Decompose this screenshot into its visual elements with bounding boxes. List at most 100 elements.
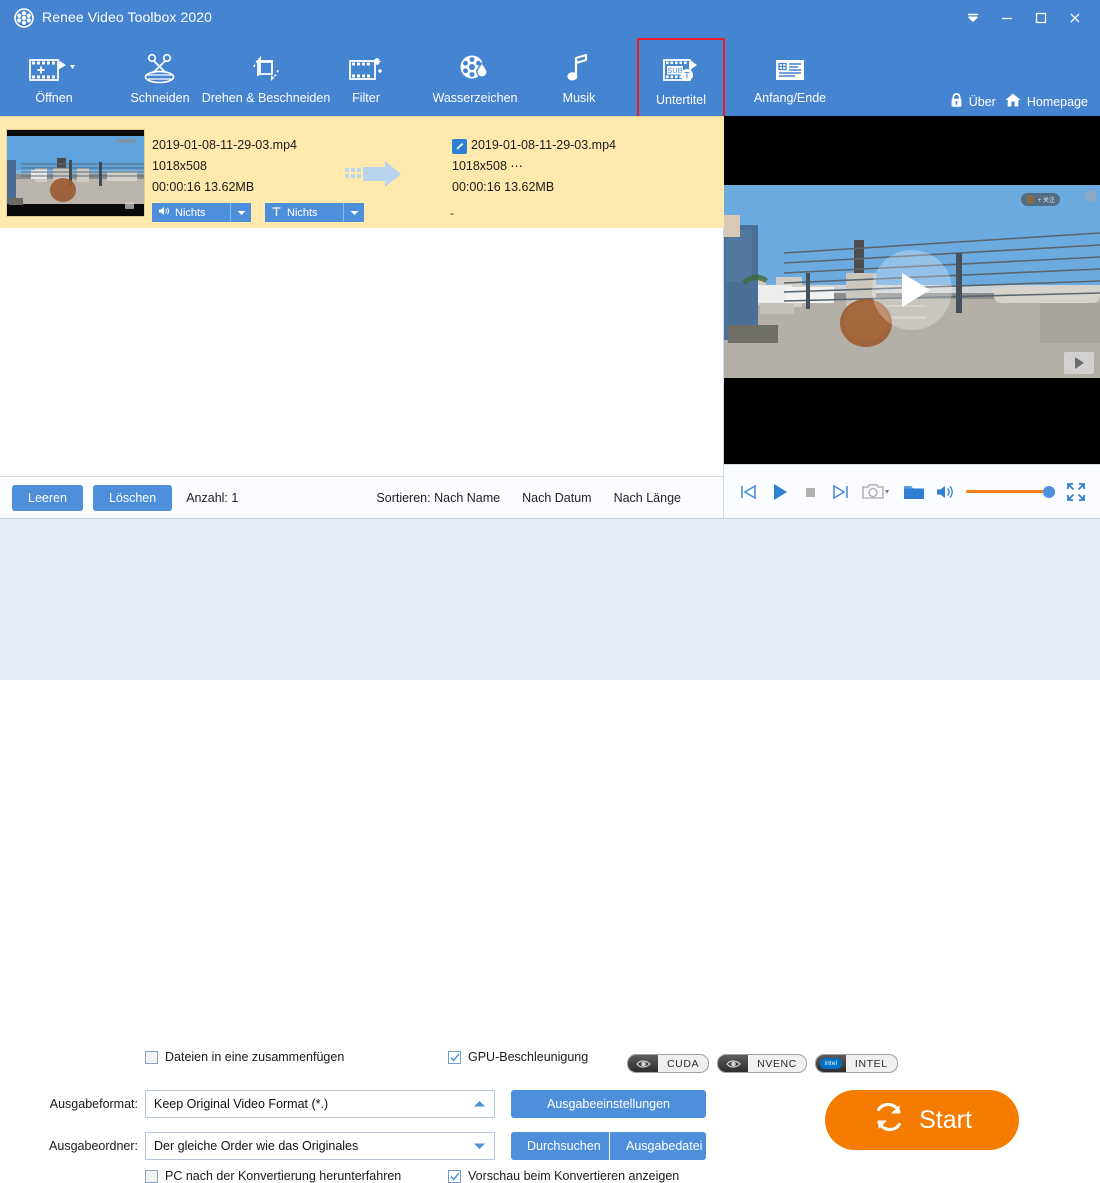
caret-down-icon[interactable] xyxy=(473,1137,486,1155)
homepage-link[interactable]: Homepage xyxy=(1004,92,1088,111)
gpu-acceleration-checkbox[interactable]: GPU-Beschleunigung xyxy=(448,1050,588,1064)
settings-panel: Dateien in eine zusammenfügen GPU-Beschl… xyxy=(0,518,1100,1183)
browse-button[interactable]: Durchsuchen xyxy=(511,1132,609,1160)
fullscreen-icon[interactable] xyxy=(1066,482,1086,502)
toolbar-label: Öffnen xyxy=(35,91,73,105)
output-folder-label: Ausgabeordner: xyxy=(49,1139,138,1153)
delete-button[interactable]: Löschen xyxy=(92,484,173,511)
toolbar-label: Filter xyxy=(352,91,380,105)
pencil-edit-icon[interactable] xyxy=(452,138,467,154)
play-circle-icon[interactable] xyxy=(872,250,952,330)
gpu-badge-intel[interactable]: intel INTEL xyxy=(814,1054,898,1073)
toolbar-label: Musik xyxy=(562,91,596,105)
clear-button[interactable]: Leeren xyxy=(12,484,83,511)
svg-text:T: T xyxy=(684,71,690,81)
toolbar-item-intro-outro[interactable]: Anfang/Ende xyxy=(734,40,846,112)
sort-by-name[interactable]: Sortieren: Nach Name xyxy=(376,491,500,505)
gpu-badge-cuda[interactable]: CUDA xyxy=(627,1054,710,1073)
homepage-label: Homepage xyxy=(1026,94,1088,109)
slider-knob[interactable] xyxy=(1043,485,1055,498)
play-icon[interactable] xyxy=(769,481,791,503)
output-settings-button[interactable]: Ausgabeeinstellungen xyxy=(511,1090,706,1118)
close-button[interactable] xyxy=(1058,3,1092,33)
subtitle-track-dropdown[interactable]: Nichts xyxy=(265,203,364,222)
output-file-button[interactable]: Ausgabedatei xyxy=(610,1132,706,1160)
stop-icon[interactable] xyxy=(802,483,820,501)
file-count-label: Anzahl: 1 xyxy=(186,490,239,505)
toolbar-label: Wasserzeichen xyxy=(432,91,518,105)
gpu-badge-label: CUDA xyxy=(667,1057,700,1070)
speaker-icon[interactable] xyxy=(936,484,955,500)
start-button[interactable]: Start xyxy=(825,1090,1019,1150)
output-format-select[interactable]: Keep Original Video Format (*.) xyxy=(145,1090,495,1118)
toolbar-label: Anfang/Ende xyxy=(753,91,827,105)
chevron-down-icon[interactable] xyxy=(343,203,364,222)
output-format-label: Ausgabeformat: xyxy=(49,1097,138,1111)
output-folder-value: Der gleiche Order wie das Originales xyxy=(154,1139,359,1153)
rotate-crop-icon xyxy=(248,47,284,85)
gpu-badge-nvenc[interactable]: NVENC xyxy=(717,1054,807,1073)
skip-next-icon[interactable] xyxy=(831,482,851,502)
toolbar-item-open[interactable]: Öffnen xyxy=(10,40,98,112)
gpu-acceleration-label: GPU-Beschleunigung xyxy=(468,1050,589,1064)
source-resolution: 1018x508 xyxy=(152,159,207,173)
minimize-button[interactable] xyxy=(990,3,1024,33)
sort-option-length[interactable]: Nach Länge xyxy=(614,491,681,505)
skip-previous-icon[interactable] xyxy=(738,482,758,502)
intel-logo: intel xyxy=(815,1055,846,1072)
output-filename: 2019-01-08-11-29-03.mp4 xyxy=(471,138,617,152)
track-selectors: Nichts Nichts - xyxy=(152,203,454,222)
camera-icon[interactable] xyxy=(862,482,892,502)
toolbar-item-filter[interactable]: Filter xyxy=(330,40,402,112)
watermark-corner-icon xyxy=(1085,191,1096,201)
sort-option-name[interactable]: Nach Name xyxy=(434,491,500,505)
sort-option-date[interactable]: Nach Datum xyxy=(522,491,591,505)
avatar xyxy=(1025,195,1035,204)
main-toolbar: Öffnen Schneiden Drehen & Beschneiden Fi… xyxy=(0,36,1100,118)
video-preview[interactable]: + 关注 xyxy=(724,116,1100,464)
sort-prefix: Sortieren: xyxy=(376,490,431,505)
window-controls xyxy=(956,0,1092,36)
open-film-add-icon xyxy=(28,47,80,85)
text-T-icon xyxy=(271,206,282,220)
preview-checkbox[interactable]: Vorschau beim Konvertieren anzeigen xyxy=(448,1169,679,1183)
folder-icon[interactable] xyxy=(903,483,925,501)
about-link[interactable]: Über xyxy=(949,92,996,111)
output-folder-select[interactable]: Der gleiche Order wie das Originales xyxy=(145,1132,495,1160)
caret-up-icon[interactable] xyxy=(473,1095,486,1113)
intro-outro-card-icon xyxy=(773,47,807,85)
chevron-down-icon[interactable] xyxy=(230,203,251,222)
speaker-icon xyxy=(158,206,170,219)
source-duration-size: 00:00:16 13.62MB xyxy=(152,180,255,194)
checkbox-box xyxy=(448,1050,461,1064)
list-action-bar: Leeren Löschen Anzahl: 1 Sortieren: Nach… xyxy=(0,476,724,518)
file-list[interactable]: 2019-01-08-11-29-03.mp4 1018x508 00:00:1… xyxy=(0,116,724,476)
tv-play-icon xyxy=(1064,352,1094,374)
nvidia-eye-logo xyxy=(628,1055,658,1072)
toolbar-item-watermark[interactable]: Wasserzeichen xyxy=(417,40,533,112)
shutdown-checkbox[interactable]: PC nach der Konvertierung herunterfahren xyxy=(145,1169,401,1183)
toolbar-item-music[interactable]: Musik xyxy=(543,40,615,112)
app-title: Renee Video Toolbox 2020 xyxy=(42,9,213,25)
subtitle-sub-icon: SUB T xyxy=(661,49,701,87)
toolbar-label: Untertitel xyxy=(655,93,707,107)
audio-track-dropdown[interactable]: Nichts xyxy=(152,203,251,222)
player-control-bar xyxy=(724,464,1100,518)
maximize-button[interactable] xyxy=(1024,3,1058,33)
toolbar-item-subtitle[interactable]: SUB T Untertitel xyxy=(637,38,725,118)
toolbar-label: Drehen & Beschneiden xyxy=(201,91,331,105)
collapse-button[interactable] xyxy=(956,3,990,33)
film-sparkle-icon xyxy=(347,47,385,85)
film-reel-icon xyxy=(14,8,34,28)
scissors-icon xyxy=(142,47,178,85)
output-resolution: 1018x508 ⋯ xyxy=(452,159,523,173)
watermark-drop-icon xyxy=(457,47,493,85)
merge-files-checkbox[interactable]: Dateien in eine zusammenfügen xyxy=(145,1050,344,1064)
output-format-value: Keep Original Video Format (*.) xyxy=(154,1097,329,1111)
music-note-icon xyxy=(564,47,594,85)
table-row[interactable]: 2019-01-08-11-29-03.mp4 1018x508 00:00:1… xyxy=(0,116,724,228)
toolbar-item-rotate-crop[interactable]: Drehen & Beschneiden xyxy=(190,40,342,112)
watermark-badge: + 关注 xyxy=(1020,193,1060,206)
volume-slider[interactable] xyxy=(966,485,1055,499)
lock-icon xyxy=(949,92,964,111)
